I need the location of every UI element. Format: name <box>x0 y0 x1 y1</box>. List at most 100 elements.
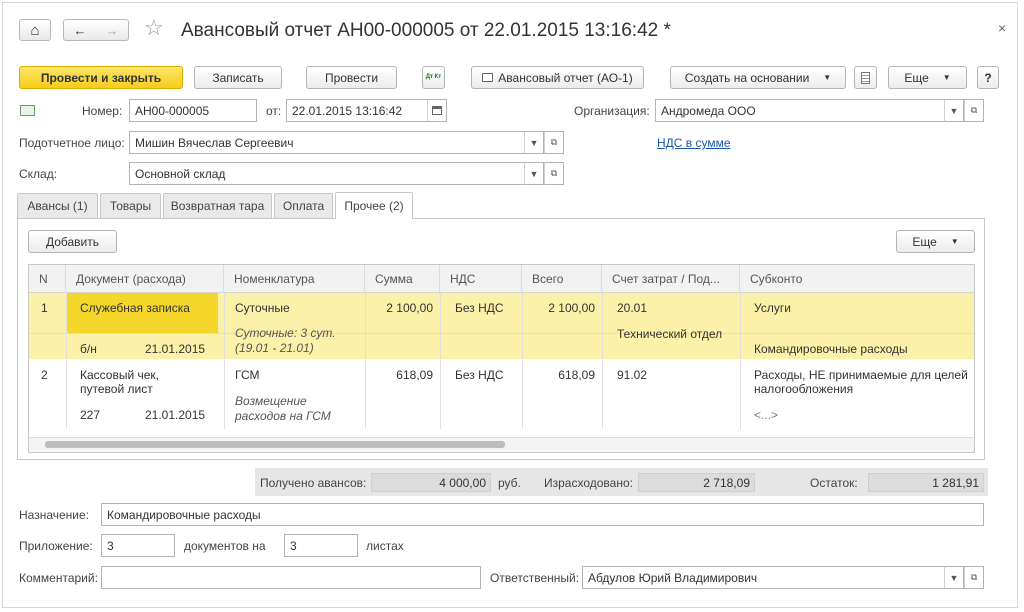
add-row-button[interactable]: Добавить <box>28 230 117 253</box>
post-and-close-button[interactable]: Провести и закрыть <box>19 66 183 89</box>
row-document-date: 21.01.2015 <box>145 342 206 356</box>
scrollbar-thumb[interactable] <box>45 441 505 448</box>
row-subconto: Расходы, НЕ принимаемые для целей <box>754 368 968 382</box>
back-icon[interactable]: ← <box>74 23 87 38</box>
column-header-document[interactable]: Документ (расхода) <box>66 265 224 293</box>
tab-payment[interactable]: Оплата <box>274 193 333 218</box>
report-structure-button[interactable] <box>854 66 877 89</box>
person-dropdown-button[interactable]: ▼ <box>524 131 544 154</box>
docs-on-label: документов на <box>184 539 266 553</box>
sheets-label: листах <box>366 539 404 553</box>
row-nomenclature: ГСМ <box>235 368 260 382</box>
attachment-docs-field[interactable]: 3 <box>101 534 175 557</box>
dropdown-arrow-icon: ▼ <box>949 105 959 116</box>
row-document-date: 21.01.2015 <box>145 408 206 422</box>
date-field[interactable]: 22.01.2015 13:16:42 <box>286 99 428 122</box>
calendar-icon <box>432 106 442 115</box>
tab-goods[interactable]: Товары <box>100 193 161 218</box>
tab-advances[interactable]: Авансы (1) <box>17 193 98 218</box>
row-total: 2 100,00 <box>548 301 595 315</box>
create-based-on-label: Создать на основании <box>684 70 810 85</box>
person-open-button[interactable]: ⧉ <box>544 131 564 154</box>
column-separator <box>440 293 441 429</box>
column-header-vat[interactable]: НДС <box>440 265 522 293</box>
page-title: Авансовый отчет АН00-000005 от 22.01.201… <box>181 20 671 41</box>
table-more-label: Еще <box>912 234 937 249</box>
row-nomenclature-note: расходов на ГСМ <box>235 409 331 423</box>
post-button[interactable]: Провести <box>306 66 397 89</box>
organization-label: Организация: <box>574 104 650 118</box>
row-separator <box>29 333 974 334</box>
tab-other[interactable]: Прочее (2) <box>335 192 413 219</box>
row-document: путевой лист <box>80 382 153 396</box>
attachment-sheets-field[interactable]: 3 <box>284 534 358 557</box>
row-subconto: Командировочные расходы <box>754 342 908 356</box>
warehouse-label: Склад: <box>19 167 58 181</box>
comment-field[interactable] <box>101 566 481 589</box>
more-menu-button[interactable]: Еще ▼ <box>888 66 967 89</box>
row-subconto: Услуги <box>754 301 791 315</box>
column-separator <box>522 293 523 429</box>
open-link-icon: ⧉ <box>550 137 558 147</box>
favorite-star-icon[interactable]: ☆ <box>144 15 164 41</box>
responsible-dropdown-button[interactable]: ▼ <box>944 566 964 589</box>
help-button[interactable]: ? <box>977 66 999 89</box>
other-expenses-table: N Документ (расхода) Номенклатура Сумма … <box>28 264 975 453</box>
dropdown-arrow-icon: ▼ <box>950 237 959 246</box>
column-header-subconto[interactable]: Субконто <box>740 265 974 293</box>
tab-returnable-packaging[interactable]: Возвратная тара <box>163 193 272 218</box>
home-button[interactable]: ⌂ <box>19 19 51 41</box>
dropdown-arrow-icon: ▼ <box>823 73 832 82</box>
column-separator <box>602 293 603 429</box>
spent-value: 2 718,09 <box>638 473 755 492</box>
column-separator <box>224 293 225 429</box>
purpose-label: Назначение: <box>19 508 90 522</box>
spent-label: Израсходовано: <box>544 476 633 490</box>
purpose-field[interactable]: Командировочные расходы <box>101 503 984 526</box>
warehouse-open-button[interactable]: ⧉ <box>544 162 564 185</box>
organization-dropdown-button[interactable]: ▼ <box>944 99 964 122</box>
vat-included-link[interactable]: НДС в сумме <box>657 136 731 150</box>
row-document-number: 227 <box>80 408 101 422</box>
balance-label: Остаток: <box>810 476 858 490</box>
dt-kt-button[interactable]: Дт Кт <box>422 66 445 89</box>
organization-field[interactable]: Андромеда ООО <box>655 99 945 122</box>
close-icon[interactable]: × <box>998 20 1006 36</box>
row-total: 618,09 <box>558 368 595 382</box>
home-icon: ⌂ <box>30 21 40 39</box>
responsible-open-button[interactable]: ⧉ <box>964 566 984 589</box>
save-button[interactable]: Записать <box>194 66 282 89</box>
forward-icon[interactable]: → <box>106 23 119 38</box>
column-header-nomenclature[interactable]: Номенклатура <box>224 265 365 293</box>
column-separator <box>365 293 366 429</box>
row-sum: 2 100,00 <box>386 301 433 315</box>
number-label: Номер: <box>82 104 123 118</box>
currency-label: руб. <box>498 476 521 490</box>
table-more-button[interactable]: Еще ▼ <box>896 230 975 253</box>
dt-kt-icon: Дт Кт <box>425 74 442 80</box>
row-cost-department: Технический отдел <box>617 327 723 341</box>
document-icon <box>861 71 870 84</box>
column-header-sum[interactable]: Сумма <box>365 265 440 293</box>
dropdown-arrow-icon: ▼ <box>529 168 539 179</box>
dropdown-arrow-icon: ▼ <box>529 137 539 148</box>
column-header-total[interactable]: Всего <box>522 265 602 293</box>
active-tab-joint <box>336 217 412 220</box>
open-link-icon: ⧉ <box>550 168 558 178</box>
print-advance-report-button[interactable]: Авансовый отчет (АО-1) <box>471 66 644 89</box>
warehouse-dropdown-button[interactable]: ▼ <box>524 162 544 185</box>
column-separator <box>66 293 67 429</box>
date-label: от: <box>266 104 282 118</box>
organization-open-button[interactable]: ⧉ <box>964 99 984 122</box>
column-header-n[interactable]: N <box>29 265 66 293</box>
row-nomenclature: Суточные <box>235 301 290 315</box>
row-nomenclature-note: Суточные: 3 сут. <box>235 326 336 340</box>
create-based-on-button[interactable]: Создать на основании ▼ <box>670 66 846 89</box>
responsible-field[interactable]: Абдулов Юрий Владимирович <box>582 566 945 589</box>
accountable-person-field[interactable]: Мишин Вячеслав Сергеевич <box>129 131 525 154</box>
number-field[interactable]: АН00-000005 <box>129 99 257 122</box>
warehouse-field[interactable]: Основной склад <box>129 162 525 185</box>
calendar-button[interactable] <box>427 99 447 122</box>
column-header-cost-account[interactable]: Счет затрат / Под... <box>602 265 740 293</box>
row-subconto-placeholder[interactable]: <...> <box>754 408 778 422</box>
